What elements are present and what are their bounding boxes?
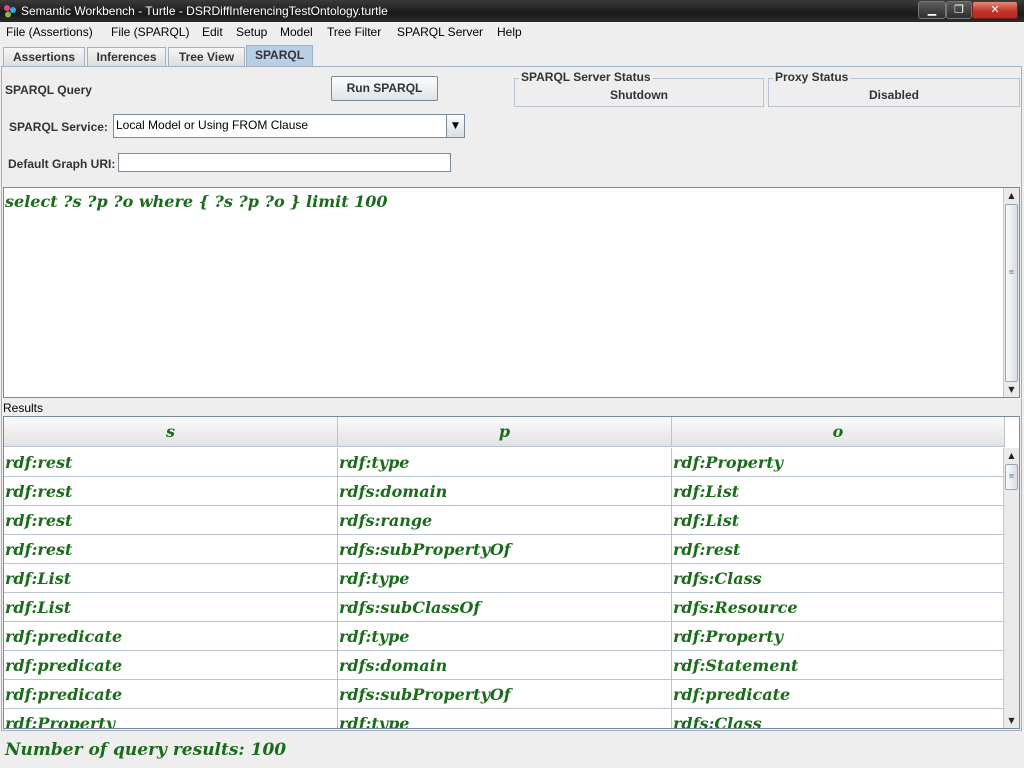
cell-p: rdfs:subPropertyOf [338,680,672,709]
title-bar: Semantic Workbench - Turtle - DSRDiffInf… [0,0,1024,22]
tab-inferences[interactable]: Inferences [87,47,166,67]
proxy-status-title: Proxy Status [773,70,851,84]
table-row[interactable]: rdf:rest rdfs:subPropertyOf rdf:rest [4,535,1004,564]
sparql-service-value: Local Model or Using FROM Clause [116,118,309,132]
table-row[interactable]: rdf:Property rdf:type rdfs:Class [4,709,1004,728]
tab-sparql[interactable]: SPARQL [246,45,313,68]
sparql-service-select[interactable]: Local Model or Using FROM Clause ▼ [113,114,465,138]
run-sparql-button[interactable]: Run SPARQL [331,76,438,101]
menu-help[interactable]: Help [497,25,522,39]
cell-p: rdfs:range [338,506,672,535]
results-scrollbar[interactable]: ▲ ≡ ▼ [1003,448,1019,728]
cell-s: rdf:predicate [4,622,338,651]
query-result-count: Number of query results: 100 [5,740,287,760]
scroll-up-icon[interactable]: ▲ [1004,448,1019,463]
results-label: Results [3,401,44,415]
tab-strip: Assertions Inferences Tree View SPARQL [0,45,1024,68]
menu-file-sparql[interactable]: File (SPARQL) [111,25,189,39]
cell-s: rdf:rest [4,535,338,564]
cell-o: rdfs:Resource [672,593,1004,622]
table-row[interactable]: rdf:rest rdf:type rdf:Property [4,448,1004,477]
cell-s: rdf:List [4,593,338,622]
cell-s: rdf:predicate [4,651,338,680]
column-header-p[interactable]: p [338,417,672,447]
cell-s: rdf:predicate [4,680,338,709]
menu-sparql-server[interactable]: SPARQL Server [397,25,483,39]
cell-o: rdfs:Class [672,564,1004,593]
cell-p: rdfs:domain [338,477,672,506]
menu-setup[interactable]: Setup [236,25,267,39]
table-row[interactable]: rdf:predicate rdfs:subPropertyOf rdf:pre… [4,680,1004,709]
table-row[interactable]: rdf:rest rdfs:domain rdf:List [4,477,1004,506]
cell-s: rdf:Property [4,709,338,728]
cell-o: rdf:List [672,506,1004,535]
sparql-server-status-title: SPARQL Server Status [519,70,653,84]
results-body: rdf:rest rdf:type rdf:Property rdf:rest … [4,448,1004,728]
default-graph-uri-label: Default Graph URI: [8,157,116,171]
cell-p: rdfs:subPropertyOf [338,535,672,564]
query-scrollbar[interactable]: ▲ ≡ ▼ [1003,188,1019,397]
table-row[interactable]: rdf:List rdf:type rdfs:Class [4,564,1004,593]
menu-model[interactable]: Model [280,25,313,39]
sparql-query-text[interactable]: select ?s ?p ?o where { ?s ?p ?o } limit… [5,192,388,211]
cell-p: rdfs:domain [338,651,672,680]
sparql-panel: SPARQL Query Run SPARQL SPARQL Server St… [1,66,1022,731]
app-logo-icon [4,5,16,18]
tab-tree-view[interactable]: Tree View [168,47,245,67]
cell-p: rdf:type [338,709,672,728]
scroll-thumb[interactable]: ≡ [1005,204,1018,382]
default-graph-uri-input[interactable] [118,153,451,172]
cell-s: rdf:rest [4,448,338,477]
column-header-o[interactable]: o [672,417,1005,447]
sparql-service-label: SPARQL Service: [9,120,108,134]
close-button[interactable]: ✕ [972,1,1018,19]
table-row[interactable]: rdf:rest rdfs:range rdf:List [4,506,1004,535]
cell-o: rdf:rest [672,535,1004,564]
sparql-server-status-group: SPARQL Server Status Shutdown [514,70,764,107]
menu-file-assertions[interactable]: File (Assertions) [6,25,93,39]
tab-assertions[interactable]: Assertions [3,47,85,67]
menu-edit[interactable]: Edit [202,25,223,39]
proxy-status-value: Disabled [868,88,919,102]
chevron-down-icon[interactable]: ▼ [446,115,464,137]
cell-s: rdf:rest [4,477,338,506]
cell-o: rdf:Property [672,622,1004,651]
cell-s: rdf:rest [4,506,338,535]
cell-p: rdf:type [338,448,672,477]
scroll-down-icon[interactable]: ▼ [1004,713,1019,728]
table-row[interactable]: rdf:List rdfs:subClassOf rdfs:Resource [4,593,1004,622]
cell-o: rdfs:Class [672,709,1004,728]
table-row[interactable]: rdf:predicate rdf:type rdf:Property [4,622,1004,651]
sparql-server-status-value: Shutdown [610,88,668,102]
proxy-status-group: Proxy Status Disabled [768,70,1020,107]
column-header-s[interactable]: s [4,417,338,447]
sparql-query-editor[interactable]: select ?s ?p ?o where { ?s ?p ?o } limit… [3,187,1020,398]
cell-o: rdf:Statement [672,651,1004,680]
minimize-button[interactable]: ▁ [918,1,946,19]
cell-o: rdf:List [672,477,1004,506]
cell-o: rdf:predicate [672,680,1004,709]
scroll-up-icon[interactable]: ▲ [1004,188,1019,203]
menu-tree-filter[interactable]: Tree Filter [327,25,381,39]
cell-p: rdf:type [338,622,672,651]
menu-bar: File (Assertions) File (SPARQL) Edit Set… [0,22,1024,43]
scroll-thumb[interactable]: ≡ [1005,464,1018,490]
maximize-button[interactable]: ❐ [946,1,972,19]
cell-p: rdf:type [338,564,672,593]
cell-s: rdf:List [4,564,338,593]
window-title: Semantic Workbench - Turtle - DSRDiffInf… [21,4,388,18]
scroll-down-icon[interactable]: ▼ [1004,382,1019,397]
cell-p: rdfs:subClassOf [338,593,672,622]
results-table[interactable]: s p o rdf:rest rdf:type rdf:Property rdf… [3,416,1020,729]
table-row[interactable]: rdf:predicate rdfs:domain rdf:Statement [4,651,1004,680]
sparql-query-heading: SPARQL Query [5,83,92,97]
cell-o: rdf:Property [672,448,1004,477]
